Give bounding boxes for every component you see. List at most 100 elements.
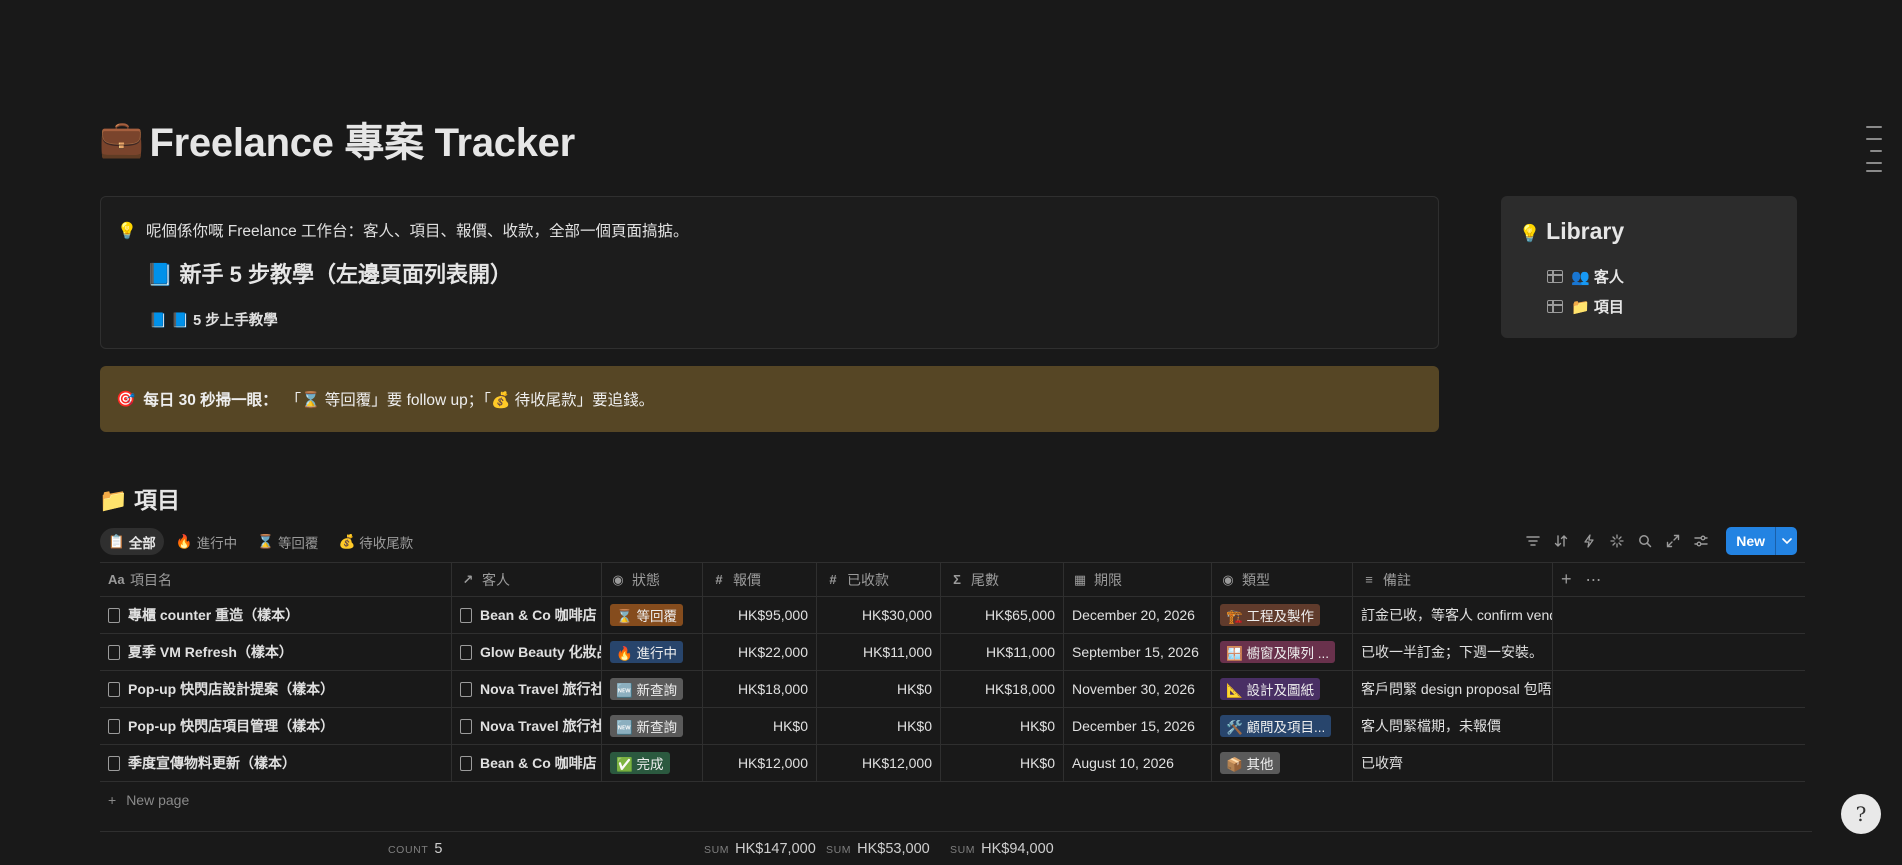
settings-icon[interactable] bbox=[1692, 532, 1710, 550]
project-name-cell[interactable]: Pop-up 快閃店項目管理（樣本） bbox=[100, 708, 452, 744]
table-row[interactable]: Pop-up 快閃店設計提案（樣本） Nova Travel 旅行社 🆕 新查詢 HK… bbox=[100, 671, 1805, 708]
sum-quote-aggregation[interactable]: SUM HK$147,000 bbox=[704, 841, 816, 857]
help-button[interactable]: ? bbox=[1841, 794, 1881, 834]
header-type[interactable]: ◉ 類型 bbox=[1212, 563, 1353, 596]
toc-line[interactable] bbox=[1866, 138, 1882, 140]
project-name[interactable]: 夏季 VM Refresh（樣本） bbox=[128, 642, 293, 662]
type-cell[interactable]: 📦 其他 bbox=[1212, 745, 1353, 781]
automation-icon[interactable] bbox=[1580, 532, 1598, 550]
type-cell[interactable]: 🛠️ 顧問及項目... bbox=[1212, 708, 1353, 744]
quote-cell[interactable]: HK$0 bbox=[703, 708, 817, 744]
type-cell[interactable]: 📐 設計及圖紙 bbox=[1212, 671, 1353, 707]
toc-line[interactable] bbox=[1870, 150, 1882, 152]
client-name[interactable]: Nova Travel 旅行社 bbox=[480, 716, 601, 736]
filter-icon[interactable] bbox=[1524, 532, 1542, 550]
deadline-cell[interactable]: September 15, 2026 bbox=[1064, 634, 1212, 670]
project-name[interactable]: 季度宣傳物料更新（樣本） bbox=[128, 753, 296, 773]
note-cell[interactable]: 客戶問緊 design proposal 包唔包 bbox=[1353, 671, 1553, 707]
project-name-cell[interactable]: 專櫃 counter 重造（樣本） bbox=[100, 597, 452, 633]
quote-cell[interactable]: HK$18,000 bbox=[703, 671, 817, 707]
toc-line[interactable] bbox=[1866, 170, 1882, 172]
sort-icon[interactable] bbox=[1552, 532, 1570, 550]
client-cell[interactable]: Bean & Co 咖啡店 bbox=[452, 745, 602, 781]
status-cell[interactable]: 🆕 新查詢 bbox=[602, 671, 703, 707]
deadline-cell[interactable]: August 10, 2026 bbox=[1064, 745, 1212, 781]
client-cell[interactable]: Nova Travel 旅行社 bbox=[452, 671, 602, 707]
header-deadline[interactable]: ▦ 期限 bbox=[1064, 563, 1212, 596]
toc-line[interactable] bbox=[1866, 162, 1882, 164]
deadline-cell[interactable]: December 15, 2026 bbox=[1064, 708, 1212, 744]
table-row[interactable]: 季度宣傳物料更新（樣本） Bean & Co 咖啡店 ✅ 完成 HK$12,000 HK… bbox=[100, 745, 1805, 782]
type-cell[interactable]: 🪟 櫥窗及陳列 ... bbox=[1212, 634, 1353, 670]
table-row[interactable]: Pop-up 快閃店項目管理（樣本） Nova Travel 旅行社 🆕 新查詢 HK… bbox=[100, 708, 1805, 745]
tab-in-progress[interactable]: 🔥 進行中 bbox=[168, 528, 245, 555]
project-name[interactable]: Pop-up 快閃店項目管理（樣本） bbox=[128, 716, 334, 736]
note-cell[interactable]: 客人問緊檔期，未報價 bbox=[1353, 708, 1553, 744]
tab-all[interactable]: 📋 全部 bbox=[100, 528, 164, 555]
quote-cell[interactable]: HK$12,000 bbox=[703, 745, 817, 781]
client-cell[interactable]: Glow Beauty 化妝品 bbox=[452, 634, 602, 670]
client-name[interactable]: Glow Beauty 化妝品 bbox=[480, 642, 601, 662]
client-cell[interactable]: Nova Travel 旅行社 bbox=[452, 708, 602, 744]
project-name[interactable]: 專櫃 counter 重造（樣本） bbox=[128, 605, 299, 625]
header-received[interactable]: # 已收款 bbox=[817, 563, 941, 596]
status-cell[interactable]: 🔥 進行中 bbox=[602, 634, 703, 670]
client-name[interactable]: Bean & Co 咖啡店 bbox=[480, 605, 597, 625]
page-title-text[interactable]: Freelance 專案 Tracker bbox=[150, 110, 576, 168]
received-cell[interactable]: HK$0 bbox=[817, 671, 941, 707]
balance-cell[interactable]: HK$11,000 bbox=[941, 634, 1064, 670]
new-page-button[interactable]: + New page bbox=[108, 792, 189, 808]
note-cell[interactable]: 訂金已收，等客人 confirm vendor bbox=[1353, 597, 1553, 633]
header-client[interactable]: ↗ 客人 bbox=[452, 563, 602, 596]
note-cell[interactable]: 已收一半訂金；下週一安裝。 bbox=[1353, 634, 1553, 670]
client-cell[interactable]: Bean & Co 咖啡店 bbox=[452, 597, 602, 633]
project-name[interactable]: Pop-up 快閃店設計提案（樣本） bbox=[128, 679, 334, 699]
new-record-button[interactable]: New bbox=[1726, 527, 1797, 555]
count-aggregation[interactable]: COUNT 5 bbox=[388, 841, 442, 857]
search-icon[interactable] bbox=[1636, 532, 1654, 550]
expand-icon[interactable] bbox=[1664, 532, 1682, 550]
balance-cell[interactable]: HK$0 bbox=[941, 745, 1064, 781]
deadline-cell[interactable]: December 20, 2026 bbox=[1064, 597, 1212, 633]
client-name[interactable]: Bean & Co 咖啡店 bbox=[480, 753, 597, 773]
quote-cell[interactable]: HK$22,000 bbox=[703, 634, 817, 670]
library-item-projects[interactable]: 📁 項目 bbox=[1547, 296, 1624, 317]
received-cell[interactable]: HK$12,000 bbox=[817, 745, 941, 781]
received-cell[interactable]: HK$11,000 bbox=[817, 634, 941, 670]
project-name-cell[interactable]: 季度宣傳物料更新（樣本） bbox=[100, 745, 452, 781]
balance-cell[interactable]: HK$18,000 bbox=[941, 671, 1064, 707]
tutorial-heading[interactable]: 📘 新手 5 步教學（左邊頁面列表開） bbox=[146, 257, 512, 289]
tutorial-page-link[interactable]: 📘 📘 5 步上手教學 bbox=[149, 309, 278, 330]
client-name[interactable]: Nova Travel 旅行社 bbox=[480, 679, 601, 699]
project-name-cell[interactable]: 夏季 VM Refresh（樣本） bbox=[100, 634, 452, 670]
header-balance[interactable]: Σ 尾數 bbox=[941, 563, 1064, 596]
chevron-down-icon[interactable] bbox=[1775, 527, 1797, 555]
table-row[interactable]: 專櫃 counter 重造（樣本） Bean & Co 咖啡店 ⌛ 等回覆 HK$95… bbox=[100, 597, 1805, 634]
balance-cell[interactable]: HK$65,000 bbox=[941, 597, 1064, 633]
note-cell[interactable]: 已收齊 bbox=[1353, 745, 1553, 781]
ai-icon[interactable] bbox=[1608, 532, 1626, 550]
new-button-label[interactable]: New bbox=[1726, 527, 1775, 555]
status-cell[interactable]: 🆕 新查詢 bbox=[602, 708, 703, 744]
status-cell[interactable]: ⌛ 等回覆 bbox=[602, 597, 703, 633]
projects-section-title[interactable]: 📁 項目 bbox=[99, 481, 180, 515]
received-cell[interactable]: HK$30,000 bbox=[817, 597, 941, 633]
header-status[interactable]: ◉ 狀態 bbox=[602, 563, 703, 596]
table-row[interactable]: 夏季 VM Refresh（樣本） Glow Beauty 化妝品 🔥 進行中 HK$… bbox=[100, 634, 1805, 671]
received-cell[interactable]: HK$0 bbox=[817, 708, 941, 744]
more-options-icon[interactable]: ⋯ bbox=[1586, 570, 1602, 590]
header-note[interactable]: ≡ 備註 bbox=[1353, 563, 1553, 596]
toc-line[interactable] bbox=[1866, 126, 1882, 128]
deadline-cell[interactable]: November 30, 2026 bbox=[1064, 671, 1212, 707]
quote-cell[interactable]: HK$95,000 bbox=[703, 597, 817, 633]
tab-awaiting-reply[interactable]: ⌛ 等回覆 bbox=[249, 528, 326, 555]
status-cell[interactable]: ✅ 完成 bbox=[602, 745, 703, 781]
tab-balance-due[interactable]: 💰 待收尾款 bbox=[330, 528, 421, 555]
header-quote[interactable]: # 報價 bbox=[703, 563, 817, 596]
add-property-icon[interactable]: + bbox=[1561, 569, 1572, 590]
library-item-clients[interactable]: 👥 客人 bbox=[1547, 266, 1624, 287]
sum-received-aggregation[interactable]: SUM HK$53,000 bbox=[826, 841, 930, 857]
type-cell[interactable]: 🏗️ 工程及製作 bbox=[1212, 597, 1353, 633]
header-name[interactable]: Aa 項目名 bbox=[100, 563, 452, 596]
balance-cell[interactable]: HK$0 bbox=[941, 708, 1064, 744]
